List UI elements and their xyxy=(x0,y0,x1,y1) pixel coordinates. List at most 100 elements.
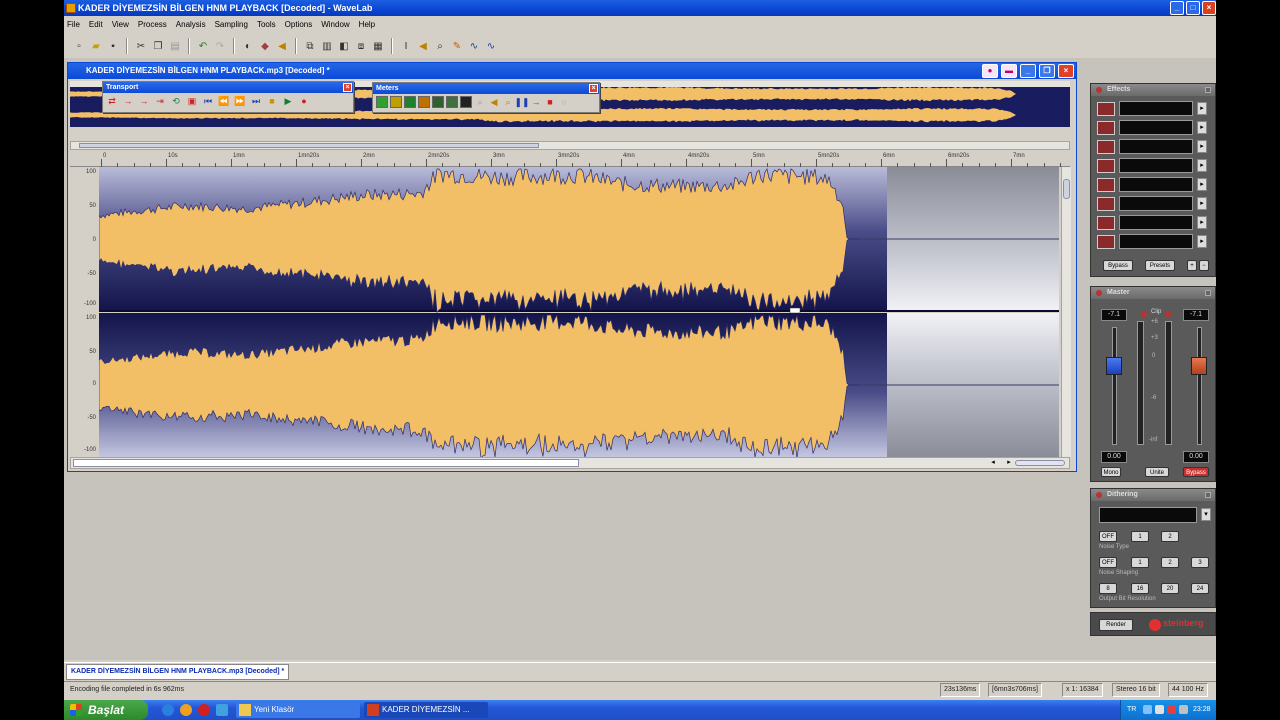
process-icon[interactable]: ◐ xyxy=(241,39,255,53)
zoom-icon[interactable]: ⌕ xyxy=(433,39,447,53)
effect-slot-arrow-icon[interactable]: ▸ xyxy=(1197,121,1207,134)
scroll-right-arrow[interactable]: ▸ xyxy=(1003,458,1015,468)
document-close-button[interactable]: × xyxy=(1058,64,1074,78)
main-horizontal-scrollbar[interactable]: ◂ ▸ xyxy=(70,457,1070,469)
bit-24-button[interactable]: 24 xyxy=(1191,583,1209,594)
effect-slot-power-icon[interactable] xyxy=(1097,235,1115,249)
rewind-icon[interactable]: ⏪ xyxy=(218,95,230,107)
speaker-icon[interactable]: ◀ xyxy=(275,39,289,53)
effect-slot[interactable] xyxy=(1119,120,1193,135)
waveform-canvas[interactable] xyxy=(99,167,1059,457)
copy-icon[interactable]: ❐ xyxy=(151,39,165,53)
new-file-icon[interactable]: ▫ xyxy=(72,39,86,53)
status-format[interactable]: Stereo 16 bit xyxy=(1112,683,1160,697)
time-ruler[interactable]: 0 10s 1mn 1mn20s 2mn 2mn20s 3mn 3mn20s 4mn 4mn20s… xyxy=(70,153,1070,167)
effect-slot-power-icon[interactable] xyxy=(1097,140,1115,154)
paste-icon[interactable]: ▤ xyxy=(168,39,182,53)
document-minimize-button[interactable]: _ xyxy=(1020,64,1036,78)
effect-slot-power-icon[interactable] xyxy=(1097,102,1115,116)
cursor-text-icon[interactable]: I xyxy=(399,39,413,53)
menu-file[interactable]: File xyxy=(67,20,80,29)
master-power-icon[interactable] xyxy=(1096,290,1102,296)
tray-clock[interactable]: 23:28 xyxy=(1193,700,1211,720)
noise-type-off-button[interactable]: OFF xyxy=(1099,531,1117,542)
vertical-zoom-thumb[interactable] xyxy=(1063,179,1070,199)
master-right-fader-track[interactable] xyxy=(1197,327,1202,445)
menu-window[interactable]: Window xyxy=(321,20,349,29)
waveform-display[interactable] xyxy=(99,167,1059,457)
menu-options[interactable]: Options xyxy=(285,20,313,29)
curve-icon[interactable]: ∿ xyxy=(467,39,481,53)
effect-slot-power-icon[interactable] xyxy=(1097,178,1115,192)
effects-bypass-button[interactable]: Bypass xyxy=(1103,260,1133,271)
document-restore-button[interactable]: ❐ xyxy=(1039,64,1055,78)
transport-close-button[interactable]: × xyxy=(343,83,352,92)
taskbar-wavelab-item[interactable]: KADER DİYEMEZSİN ... xyxy=(364,702,488,718)
bit-8-button[interactable]: 8 xyxy=(1099,583,1117,594)
go-end-icon[interactable]: ⏭ xyxy=(250,95,262,107)
batch-icon[interactable]: ▥ xyxy=(320,39,334,53)
noise-type-1-button[interactable]: 1 xyxy=(1131,531,1149,542)
document-menu-button[interactable]: ● xyxy=(982,64,998,78)
effect-slot[interactable] xyxy=(1119,139,1193,154)
document-options-button[interactable]: ▬ xyxy=(1001,64,1017,78)
menu-tools[interactable]: Tools xyxy=(257,20,276,29)
noise-type-2-button[interactable]: 2 xyxy=(1161,531,1179,542)
document-tab[interactable]: KADER DİYEMEZSİN BİLGEN HNM PLAYBACK.mp3… xyxy=(66,664,290,680)
loop-icon[interactable]: ⇄ xyxy=(106,95,118,107)
maximize-button[interactable]: □ xyxy=(1186,1,1200,15)
dithering-slot-arrow[interactable]: ▾ xyxy=(1201,508,1211,521)
master-left-fader-track[interactable] xyxy=(1112,327,1117,445)
meters-close-button[interactable]: × xyxy=(589,84,598,93)
effect-slot[interactable] xyxy=(1119,101,1193,116)
play-range-icon[interactable]: ⇥ xyxy=(154,95,166,107)
effect-slot-power-icon[interactable] xyxy=(1097,121,1115,135)
menu-view[interactable]: View xyxy=(112,20,129,29)
tray-volume-icon[interactable] xyxy=(1179,705,1188,714)
vertical-zoom-scrollbar[interactable] xyxy=(1061,167,1071,457)
effect-slot[interactable] xyxy=(1119,158,1193,173)
cut-icon[interactable]: ✂ xyxy=(134,39,148,53)
effect-slot-power-icon[interactable] xyxy=(1097,197,1115,211)
main-scroll-thumb[interactable] xyxy=(73,459,579,467)
bit-16-button[interactable]: 16 xyxy=(1131,583,1149,594)
master-right-fader-knob[interactable] xyxy=(1191,357,1207,375)
bit-meter-icon[interactable] xyxy=(446,96,458,108)
tray-network-icon[interactable] xyxy=(1155,705,1164,714)
status-length[interactable]: [6mn3s706ms] xyxy=(988,683,1042,697)
status-rate[interactable]: 44 100 Hz xyxy=(1168,683,1208,697)
scroll-left-arrow[interactable]: ◂ xyxy=(987,458,999,468)
noise-shaping-off-button[interactable]: OFF xyxy=(1099,557,1117,568)
meter-forward-icon[interactable]: → xyxy=(530,96,542,108)
menu-help[interactable]: Help xyxy=(359,20,375,29)
play-selection-icon[interactable]: → xyxy=(138,95,150,107)
render-button[interactable]: Render xyxy=(1099,619,1133,631)
quicklaunch-opera-icon[interactable] xyxy=(198,704,210,716)
database-icon[interactable]: ⧈ xyxy=(354,39,368,53)
play-tool-icon[interactable]: ◀ xyxy=(416,39,430,53)
effect-slot-arrow-icon[interactable]: ▸ xyxy=(1197,178,1207,191)
effect-slot-power-icon[interactable] xyxy=(1097,216,1115,230)
status-zoom[interactable]: x 1: 16384 xyxy=(1062,683,1103,697)
effects-remove-button[interactable]: − xyxy=(1199,260,1209,271)
meter-speaker-icon[interactable]: ◀ xyxy=(488,96,500,108)
master-left-fader-knob[interactable] xyxy=(1106,357,1122,375)
effect-slot-power-icon[interactable] xyxy=(1097,159,1115,173)
overview-scroll-thumb[interactable] xyxy=(79,143,539,148)
tray-info-icon[interactable] xyxy=(1143,705,1152,714)
fade-icon[interactable]: ∿ xyxy=(484,39,498,53)
meter-reset-icon[interactable]: ○ xyxy=(558,96,570,108)
noise-shaping-2-button[interactable]: 2 xyxy=(1161,557,1179,568)
effect-slot-arrow-icon[interactable]: ▸ xyxy=(1197,235,1207,248)
quicklaunch-media-icon[interactable] xyxy=(180,704,192,716)
master-unite-button[interactable]: Unite xyxy=(1145,467,1169,477)
effect-slot[interactable] xyxy=(1119,196,1193,211)
meter-search-icon[interactable]: ⌕ xyxy=(502,96,514,108)
loop-toggle-icon[interactable]: ⟲ xyxy=(170,95,182,107)
master-menu-icon[interactable] xyxy=(1205,290,1211,296)
save-icon[interactable]: ▪ xyxy=(106,39,120,53)
effects-add-button[interactable]: + xyxy=(1187,260,1197,271)
effect-slot-arrow-icon[interactable]: ▸ xyxy=(1197,216,1207,229)
taskbar-folder-item[interactable]: Yeni Klasör xyxy=(236,702,360,718)
effect-slot[interactable] xyxy=(1119,234,1193,249)
